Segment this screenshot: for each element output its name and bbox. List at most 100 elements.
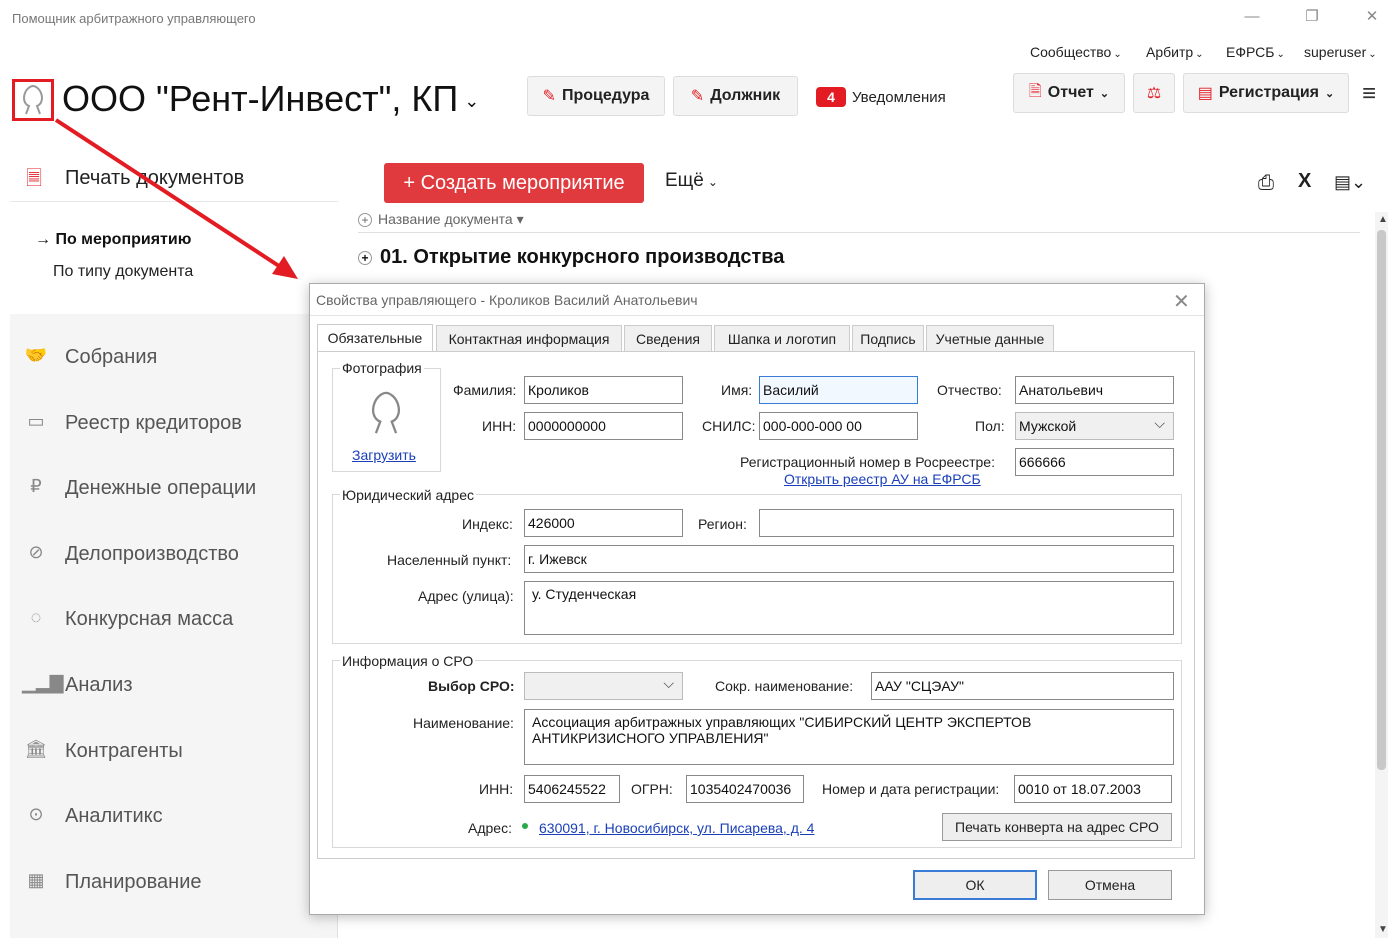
snils-field[interactable]: 000-000-000 00	[759, 412, 918, 440]
sidebar-item-money[interactable]: ₽ Денежные операции	[10, 471, 338, 507]
sro-short-field[interactable]: ААУ "СЦЭАУ"	[871, 672, 1174, 700]
notifications-link[interactable]: Уведомления	[852, 89, 946, 106]
avatar-icon[interactable]	[12, 79, 54, 121]
more-button[interactable]: Ещё ⌄	[665, 170, 718, 192]
close-window-icon[interactable]: ✕	[1360, 6, 1384, 28]
ok-button[interactable]: ОК	[913, 870, 1037, 900]
sro-full-label: Наименование:	[413, 715, 514, 731]
city-label: Населенный пункт:	[387, 552, 512, 568]
menu-arbitr[interactable]: Арбитр ⌄	[1146, 44, 1204, 60]
piggy-bank-icon: ◌	[30, 607, 42, 627]
section-row[interactable]: +01. Открытие конкурсного производства	[358, 246, 784, 269]
excel-icon[interactable]: X	[1298, 170, 1311, 193]
scales-button[interactable]: ⚖	[1133, 73, 1175, 113]
sex-label: Пол:	[975, 418, 1005, 434]
photo-group-title: Фотография	[340, 360, 424, 376]
address-group-title: Юридический адрес	[340, 487, 477, 503]
sro-reg-label: Номер и дата регистрации:	[822, 781, 1000, 797]
surname-label: Фамилия:	[453, 382, 517, 398]
scrollbar-thumb[interactable]	[1377, 230, 1386, 770]
patronymic-field[interactable]: Анатольевич	[1015, 376, 1174, 404]
scroll-up-icon[interactable]: ▲	[1378, 214, 1388, 225]
sidebar-item-meetings[interactable]: 🤝 Собрания	[10, 340, 338, 376]
edit-table-icon[interactable]: ▤⌄	[1334, 172, 1366, 193]
notification-count-badge[interactable]: 4	[816, 87, 846, 107]
region-label: Регион:	[698, 516, 747, 532]
sro-ogrn-label: ОГРН:	[631, 781, 673, 797]
tab-info[interactable]: Сведения	[624, 325, 712, 351]
create-event-button[interactable]: + Создать мероприятие	[384, 163, 644, 203]
street-label: Адрес (улица):	[418, 588, 514, 604]
app-title: Помощник арбитражного управляющего	[12, 11, 256, 26]
inn-label: ИНН:	[482, 418, 517, 434]
sro-short-label: Сокр. наименование:	[715, 678, 854, 694]
sidebar-item-print-documents[interactable]: 🗏 Печать документов	[10, 152, 338, 202]
calendar-icon: ▤	[1197, 85, 1213, 102]
print-doc-icon: 🗏	[26, 168, 43, 190]
tab-header-logo[interactable]: Шапка и логотип	[714, 325, 850, 351]
sidebar-item-planning[interactable]: ▦ Планирование	[10, 865, 338, 901]
submenu-by-event[interactable]: → По мероприятию	[35, 231, 191, 249]
sro-reg-field[interactable]: 0010 от 18.07.2003	[1014, 775, 1172, 803]
tab-credentials[interactable]: Учетные данные	[926, 325, 1054, 351]
close-icon[interactable]: ✕	[1173, 289, 1190, 314]
sro-ogrn-field[interactable]: 1035402470036	[686, 775, 804, 803]
sro-inn-field[interactable]: 5406245522	[524, 775, 620, 803]
sro-full-field[interactable]: Ассоциация арбитражных управляющих "СИБИ…	[524, 709, 1174, 765]
company-title[interactable]: ООО "Рент-Инвест", КП ⌄	[62, 78, 479, 120]
open-registry-link[interactable]: Открыть реестр АУ на ЕФРСБ	[784, 471, 981, 487]
edit-icon: ✎	[542, 88, 556, 105]
sidebar-item-creditors[interactable]: ▭ Реестр кредиторов	[10, 406, 338, 442]
regnum-field[interactable]: 666666	[1015, 448, 1174, 476]
index-field[interactable]: 426000	[524, 509, 683, 537]
report-button[interactable]: 🗎 Отчет ⌄	[1013, 73, 1125, 113]
divider	[358, 232, 1360, 233]
menu-community[interactable]: Сообщество ⌄	[1030, 44, 1122, 60]
tab-required[interactable]: Обязательные	[317, 324, 433, 352]
city-field[interactable]: г. Ижевск	[524, 545, 1174, 573]
print-icon[interactable]: ⎙	[1258, 172, 1274, 195]
snils-label: СНИЛС:	[702, 418, 756, 434]
name-field[interactable]: Василий	[759, 376, 918, 404]
menu-efrsb[interactable]: ЕФРСБ ⌄	[1226, 44, 1285, 60]
choose-sro-select[interactable]	[524, 672, 683, 700]
bar-chart-icon: ▁▂▇	[22, 673, 64, 693]
sro-address-link[interactable]: 630091, г. Новосибирск, ул. Писарева, д.…	[539, 820, 814, 836]
sidebar-submenu: → По мероприятию По типу документа	[10, 202, 338, 314]
doc-header[interactable]: + Название документа ▾	[358, 211, 524, 228]
inn-field[interactable]: 0000000000	[524, 412, 683, 440]
sidebar-item-analytics[interactable]: ⊙ Аналитикс	[10, 799, 338, 835]
restore-icon[interactable]: ❐	[1300, 6, 1324, 28]
sidebar-item-analysis[interactable]: ▁▂▇ Анализ	[10, 668, 338, 704]
sidebar-item-contractors[interactable]: 🏛 Контрагенты	[10, 734, 338, 770]
scroll-down-icon[interactable]: ▼	[1378, 924, 1388, 935]
document-icon: 🗎	[1028, 82, 1042, 100]
procedure-button[interactable]: ✎ Процедура	[527, 76, 665, 116]
sidebar-item-records[interactable]: ⊘ Делопроизводство	[10, 537, 338, 573]
search-icon: ⊙	[28, 804, 44, 824]
sro-address-label: Адрес:	[468, 820, 512, 836]
ruble-icon: ₽	[30, 476, 42, 496]
upload-link[interactable]: Загрузить	[352, 447, 416, 463]
surname-field[interactable]: Кроликов	[524, 376, 683, 404]
registration-button[interactable]: ▤ Регистрация ⌄	[1183, 73, 1349, 113]
sidebar-item-estate[interactable]: ◌ Конкурсная масса	[10, 602, 338, 638]
menu-user[interactable]: superuser ⌄	[1304, 44, 1377, 60]
cancel-button[interactable]: Отмена	[1048, 870, 1172, 900]
debtor-button[interactable]: ✎ Должник	[673, 76, 798, 116]
street-field[interactable]: у. Студенческая	[524, 581, 1174, 635]
index-label: Индекс:	[462, 516, 513, 532]
bank-icon: 🏛	[24, 739, 48, 759]
tab-signature[interactable]: Подпись	[852, 325, 924, 351]
print-envelope-button[interactable]: Печать конверта на адрес СРО	[942, 813, 1172, 841]
patronymic-label: Отчество:	[937, 382, 1002, 398]
sro-inn-label: ИНН:	[479, 781, 514, 797]
minimize-icon[interactable]: —	[1240, 6, 1264, 28]
choose-sro-label: Выбор СРО:	[428, 678, 515, 694]
tab-contacts[interactable]: Контактная информация	[436, 325, 622, 351]
sex-select[interactable]: Мужской	[1015, 412, 1174, 440]
region-field[interactable]	[759, 509, 1174, 537]
submenu-by-doc-type[interactable]: По типу документа	[53, 263, 193, 281]
hamburger-icon[interactable]: ≡	[1362, 80, 1376, 108]
name-label: Имя:	[721, 382, 753, 398]
